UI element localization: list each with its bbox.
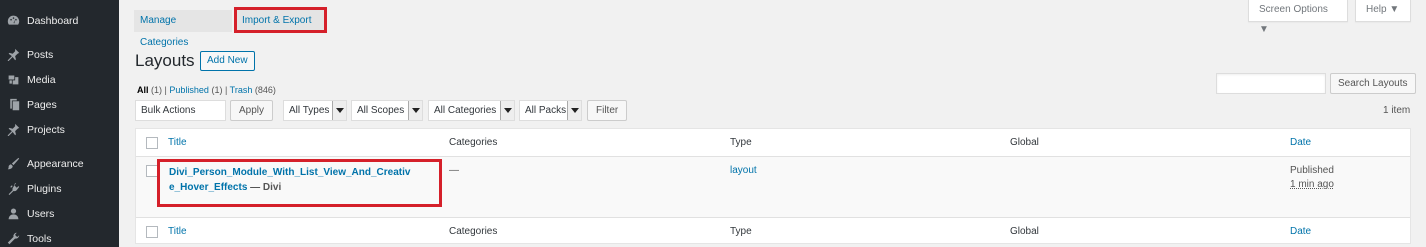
row-date-ago: 1 min ago (1290, 179, 1334, 190)
layouts-table: Title Categories Type Global Date Divi_P… (135, 128, 1411, 244)
column-categories: Categories (449, 226, 498, 237)
sidebar-item-tools[interactable]: Tools (0, 228, 119, 247)
bulk-actions-select[interactable]: Bulk Actions (135, 100, 226, 121)
sidebar-item-label: Appearance (27, 158, 84, 170)
row-date-status: Published (1290, 165, 1334, 176)
view-filter-links: All (1) | Published (1) | Trash (846) (137, 85, 276, 95)
column-global: Global (1010, 226, 1039, 237)
column-title[interactable]: Title (168, 226, 187, 237)
sidebar-item-projects[interactable]: Projects (0, 119, 119, 141)
sidebar-item-label: Media (27, 74, 56, 86)
sidebar-item-appearance[interactable]: Appearance (0, 153, 119, 175)
column-title[interactable]: Title (168, 137, 187, 148)
sidebar-item-dashboard[interactable]: Dashboard (0, 10, 119, 32)
row-type-link[interactable]: layout (730, 165, 757, 176)
sidebar-item-posts[interactable]: Posts (0, 44, 119, 66)
packs-select[interactable]: All Packs (519, 100, 582, 121)
brush-icon (7, 157, 21, 171)
media-icon (7, 73, 21, 87)
types-select[interactable]: All Types (283, 100, 347, 121)
admin-sidebar: Dashboard Posts Media Pages Projects App… (0, 0, 119, 247)
highlight-import-export (234, 7, 327, 33)
add-new-button[interactable]: Add New (200, 51, 255, 71)
item-count: 1 item (1383, 105, 1411, 116)
sidebar-item-label: Tools (27, 233, 52, 245)
users-icon (7, 207, 21, 221)
view-trash-link[interactable]: Trash (230, 85, 253, 95)
column-categories: Categories (449, 137, 498, 148)
select-all-checkbox[interactable] (146, 226, 158, 238)
help-button[interactable]: Help ▼ (1355, 0, 1411, 22)
sidebar-item-pages[interactable]: Pages (0, 94, 119, 116)
table-footer: Title Categories Type Global Date (136, 217, 1410, 245)
plugin-icon (7, 182, 21, 196)
column-date[interactable]: Date (1290, 137, 1311, 148)
sidebar-item-label: Users (27, 208, 55, 220)
scopes-value: All Scopes (357, 105, 405, 116)
types-value: All Types (289, 105, 330, 116)
chevron-down-icon (500, 101, 514, 120)
sidebar-item-label: Plugins (27, 183, 62, 195)
tab-manage-categories[interactable]: Manage Categories (134, 10, 232, 48)
scopes-select[interactable]: All Scopes (351, 100, 423, 121)
column-type: Type (730, 137, 752, 148)
dashboard-icon (7, 14, 21, 28)
sidebar-item-users[interactable]: Users (0, 203, 119, 225)
search-layouts-button[interactable]: Search Layouts (1330, 73, 1416, 94)
pin-icon (7, 48, 21, 62)
categories-value: All Categories (434, 105, 497, 116)
column-date[interactable]: Date (1290, 226, 1311, 237)
sidebar-item-label: Dashboard (27, 15, 79, 27)
view-separator: | (224, 85, 228, 95)
categories-select[interactable]: All Categories (428, 100, 515, 121)
page-title: Layouts (135, 51, 195, 70)
sidebar-item-label: Projects (27, 124, 65, 136)
sidebar-item-label: Pages (27, 99, 57, 111)
filter-button[interactable]: Filter (587, 100, 628, 121)
view-separator: | (164, 85, 167, 95)
highlight-layout-title (157, 159, 442, 207)
bulk-actions-value: Bulk Actions (141, 105, 196, 116)
view-published-count: (1) (211, 85, 223, 95)
search-input[interactable] (1216, 73, 1326, 94)
view-all-count: (1) (151, 85, 163, 95)
screen-options-button[interactable]: Screen Options ▼ (1248, 0, 1348, 35)
view-trash-count: (846) (254, 85, 276, 95)
packs-value: All Packs (525, 105, 567, 116)
view-published-link[interactable]: Published (169, 85, 209, 95)
apply-button[interactable]: Apply (230, 100, 274, 121)
view-all-link[interactable]: All (137, 85, 149, 95)
pages-icon (7, 98, 21, 112)
sidebar-item-plugins[interactable]: Plugins (0, 178, 119, 200)
chevron-down-icon (567, 101, 581, 120)
column-global: Global (1010, 137, 1039, 148)
chevron-down-icon (408, 101, 422, 120)
table-header: Title Categories Type Global Date (136, 129, 1410, 157)
wrench-icon (7, 232, 21, 246)
pin-icon (7, 123, 21, 137)
sidebar-item-label: Posts (27, 49, 54, 61)
column-type: Type (730, 226, 752, 237)
select-all-checkbox[interactable] (146, 137, 158, 149)
sidebar-item-media[interactable]: Media (0, 69, 119, 91)
chevron-down-icon (332, 101, 346, 120)
row-categories: — (449, 165, 459, 176)
